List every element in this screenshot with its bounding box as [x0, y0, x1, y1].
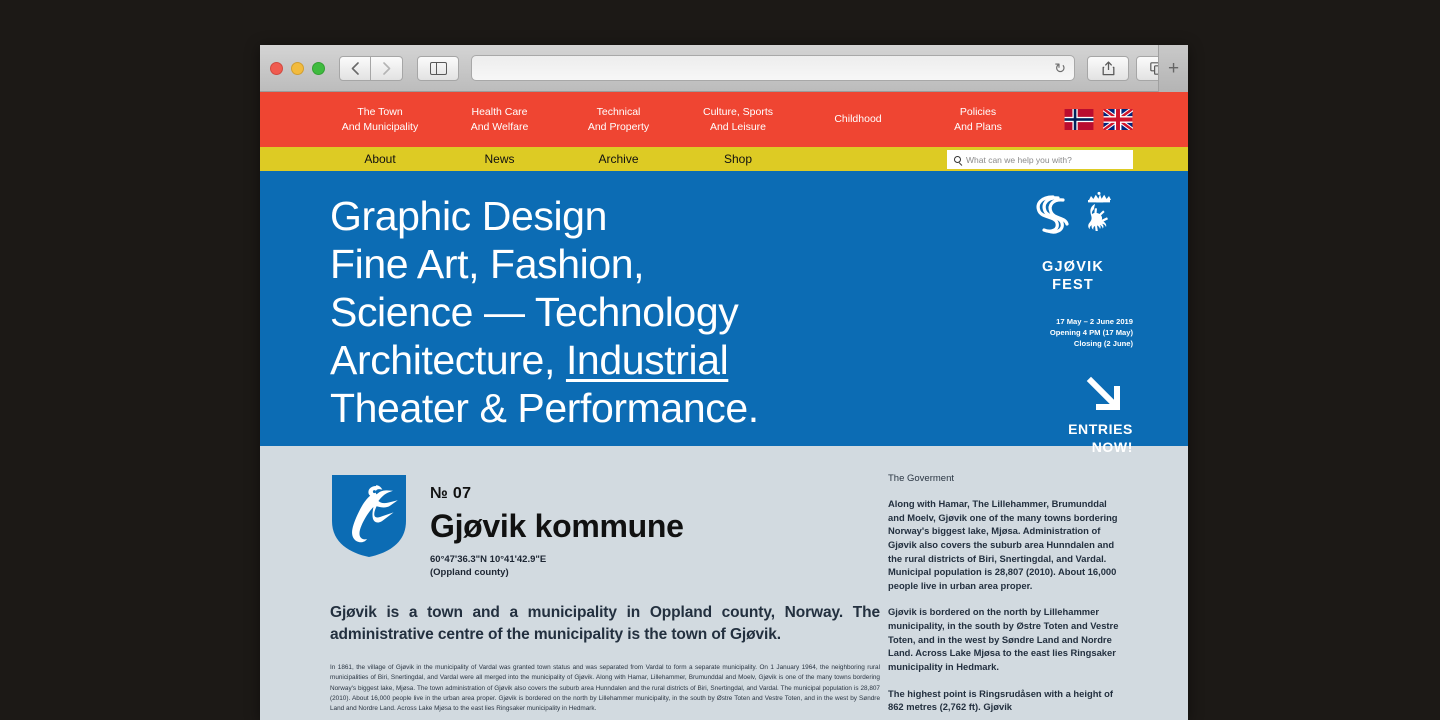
reload-icon[interactable]: ↻	[1054, 60, 1066, 77]
nav-item-line2: And Property	[587, 120, 650, 133]
secondary-navigation: About News Archive Shop What can we help…	[260, 147, 1188, 171]
festival-dates: 17 May – 2 June 2019 Opening 4 PM (17 Ma…	[1013, 316, 1133, 349]
festival-name-line2: FEST	[1052, 276, 1094, 293]
sidebar-paragraph: The highest point is Ringsrudåsen with a…	[888, 687, 1114, 713]
norway-flag[interactable]	[1064, 109, 1094, 130]
entries-line1: ENTRIES	[1068, 421, 1133, 438]
nav-item-line2: And Welfare	[470, 120, 529, 133]
uk-flag[interactable]	[1103, 109, 1133, 130]
county-label: (Oppland county)	[430, 567, 509, 578]
window-controls	[270, 61, 325, 75]
nav-item-line1: The Town	[357, 106, 403, 119]
municipality-titles: № 07 Gjøvik kommune 60°47'36.3"N 10°41'4…	[430, 473, 684, 580]
municipality-header: № 07 Gjøvik kommune 60°47'36.3"N 10°41'4…	[330, 473, 880, 580]
search-placeholder: What can we help you with?	[966, 154, 1072, 165]
hero-banner: Graphic Design Fine Art, Fashion, Scienc…	[260, 171, 1188, 455]
sidebar-toggle-button[interactable]	[417, 55, 459, 81]
sidebar-paragraph: Gjøvik is bordered on the north by Lille…	[888, 606, 1119, 672]
entries-arrow-wrap	[1013, 375, 1133, 415]
entries-line2: NOW!	[1091, 438, 1133, 455]
sidebar-heading: The Goverment	[888, 473, 954, 484]
gjovik-coat-of-arms-icon	[332, 475, 406, 557]
address-bar[interactable]: ↻	[471, 55, 1075, 81]
sidebar-paragraph: Along with Hamar, The Lillehammer, Brumu…	[888, 498, 1118, 591]
festival-closing: Closing (2 June)	[1073, 339, 1133, 349]
share-icon	[1102, 60, 1114, 75]
body-paragraph: In 1861, the village of Gjøvik in the mu…	[330, 663, 880, 713]
nav-item-line1: Childhood	[834, 113, 882, 126]
sidebar-toggle-icon	[429, 61, 447, 75]
browser-toolbar: ↻ +	[260, 45, 1188, 92]
nav-item-line1: Culture, Sports	[702, 106, 774, 119]
entries-cta[interactable]: ENTRIES NOW!	[1013, 421, 1133, 456]
festival-opening: Opening 4 PM (17 May)	[1049, 328, 1133, 338]
share-button[interactable]	[1087, 55, 1129, 81]
close-window-button[interactable]	[270, 61, 283, 75]
navigation-buttons	[339, 55, 403, 81]
search-icon	[954, 156, 961, 163]
lede-paragraph: Gjøvik is a town and a municipality in O…	[330, 603, 880, 643]
issue-number: № 07	[430, 485, 472, 502]
primary-navigation: The Town And Municipality Health Care An…	[260, 92, 1188, 147]
back-button[interactable]	[339, 55, 371, 81]
nav-item-line2: And Plans	[954, 120, 1002, 133]
festival-panel: GJØVIK FEST 17 May – 2 June 2019 Opening…	[1013, 189, 1133, 456]
nav-item-line2: And Municipality	[341, 120, 419, 133]
headline-link-industrial[interactable]: Industrial	[566, 337, 729, 383]
browser-window: ↻ + The Town And Municipality Health Car…	[260, 45, 1188, 720]
nav-item-line1: Policies	[959, 106, 997, 119]
headline-line-4-text: Architecture,	[330, 336, 566, 383]
festival-name: GJØVIK FEST	[1013, 259, 1133, 294]
gjovik-monogram-icon	[1036, 195, 1069, 234]
new-tab-button[interactable]: +	[1158, 45, 1188, 92]
nav-item-town-municipality[interactable]: The Town And Municipality	[320, 105, 440, 133]
nav-tab-news[interactable]: News	[440, 152, 559, 166]
nav-tab-shop[interactable]: Shop	[678, 152, 798, 166]
arrow-down-right-icon[interactable]	[1085, 375, 1125, 415]
nav-item-line2: And Leisure	[709, 120, 767, 133]
maximize-window-button[interactable]	[312, 61, 325, 75]
sidebar-column: The Goverment Along with Hamar, The Lill…	[880, 473, 1140, 720]
nav-item-culture-sports-leisure[interactable]: Culture, Sports And Leisure	[678, 105, 798, 133]
nav-item-line1: Health Care	[471, 106, 528, 119]
main-column: № 07 Gjøvik kommune 60°47'36.3"N 10°41'4…	[260, 473, 880, 720]
language-switcher	[1064, 109, 1188, 130]
page-title: Gjøvik kommune	[430, 508, 684, 544]
nav-item-childhood[interactable]: Childhood	[798, 112, 918, 126]
nav-item-policies-plans[interactable]: Policies And Plans	[918, 105, 1038, 133]
nav-item-health-care-welfare[interactable]: Health Care And Welfare	[440, 105, 559, 133]
festival-date-range: 17 May – 2 June 2019	[1056, 317, 1133, 327]
nav-tab-archive[interactable]: Archive	[559, 152, 678, 166]
nav-item-technical-property[interactable]: Technical And Property	[559, 105, 678, 133]
nav-item-line1: Technical	[596, 106, 641, 119]
nav-tab-about[interactable]: About	[320, 152, 440, 166]
coordinates-value: 60°47'36.3"N 10°41'42.9"E	[430, 554, 547, 566]
festival-logos	[1013, 189, 1133, 237]
norway-lion-crest-icon	[1087, 191, 1111, 231]
festival-name-line1: GJØVIK	[1042, 259, 1104, 275]
forward-button[interactable]	[371, 55, 403, 81]
coordinates: 60°47'36.3"N 10°41'42.9"E (Oppland count…	[430, 554, 684, 580]
minimize-window-button[interactable]	[291, 61, 304, 75]
content-area: № 07 Gjøvik kommune 60°47'36.3"N 10°41'4…	[260, 446, 1188, 720]
search-input[interactable]: What can we help you with?	[947, 150, 1133, 169]
